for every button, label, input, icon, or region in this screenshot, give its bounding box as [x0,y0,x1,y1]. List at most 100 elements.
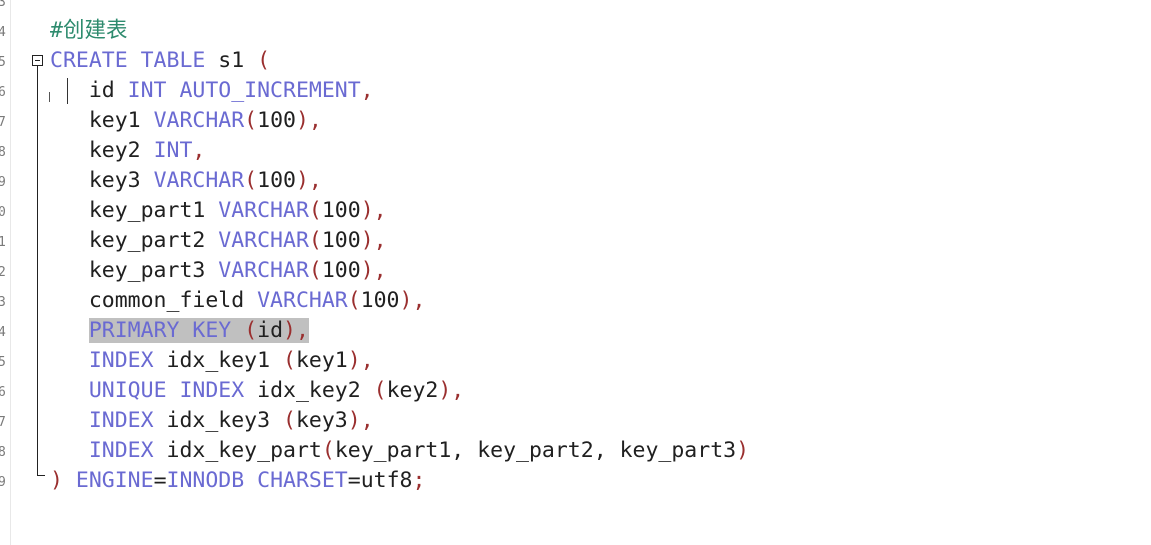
code-token: 100 [321,198,361,223]
line-number: 8 [0,146,8,160]
code-token: idx_key_part [166,438,322,463]
code-token: VARCHAR [218,198,309,223]
line-number: 6 [0,86,8,100]
code-line[interactable]: common_field VARCHAR(100), [50,286,749,316]
code-token: , [360,78,374,103]
code-line[interactable]: PRIMARY KEY (id), [50,316,749,346]
code-token: idx_key1 [166,348,284,373]
code-line[interactable]: ) ENGINE=INNODB CHARSET=utf8; [50,466,749,496]
line-number: 2 [0,266,8,280]
code-line[interactable]: #创建表 [50,16,749,46]
code-token: ( [347,288,361,313]
code-token: ), [360,198,387,223]
code-token: ( [373,378,387,403]
line-number-gutter: 3 4 5 6 7 8 9 0 1 2 3 4 5 6 7 8 9 [0,0,11,545]
code-token: id [257,318,284,343]
code-line[interactable]: key2 INT, [50,136,749,166]
code-token: key1 [295,348,348,373]
code-token: ( [308,228,322,253]
code-token: common_field [50,288,258,313]
code-token: = [347,468,361,493]
code-token: idx_key2 [257,378,374,403]
code-token: key3 [295,408,348,433]
code-token: ), [347,408,374,433]
code-token: ENGINE [75,468,154,493]
line-number: 5 [0,356,8,370]
code-token: ( [244,168,258,193]
code-token: key_part1, key_part2, key_part3 [334,438,737,463]
code-token: ), [360,258,387,283]
line-number: 7 [0,116,8,130]
code-token: ( [244,318,258,343]
code-line[interactable]: INDEX idx_key1 (key1), [50,346,749,376]
code-token: ), [438,378,465,403]
line-number: 3 [0,0,8,10]
code-token: ), [295,108,322,133]
line-number: 0 [0,206,8,220]
code-token: id [50,78,128,103]
code-token: ( [283,348,296,373]
code-token: ( [244,108,258,133]
code-line[interactable]: key_part1 VARCHAR(100), [50,196,749,226]
code-token: 100 [257,108,296,133]
code-token: INDEX [88,438,167,463]
line-number: 6 [0,386,8,400]
code-token: 100 [360,288,400,313]
code-token: ), [399,288,426,313]
code-token: PRIMARY KEY [88,318,245,343]
code-token: key_part2 [50,228,219,253]
code-token: VARCHAR [257,288,348,313]
line-number: 5 [0,56,8,70]
line-number: 1 [0,236,8,250]
code-line[interactable]: INDEX idx_key_part(key_part1, key_part2,… [50,436,749,466]
code-token: INDEX [88,408,167,433]
mouse-ibeam-cursor [49,92,50,102]
fold-guide-end [37,475,45,476]
line-number: 4 [0,26,8,40]
code-editor[interactable]: #创建表 CREATE TABLE s1 ( id INT AUTO_INCREM… [50,16,749,496]
code-token: VARCHAR [153,108,245,133]
code-line[interactable]: CREATE TABLE s1 ( [50,46,749,76]
code-token: key_part1 [50,198,219,223]
code-line[interactable]: key_part3 VARCHAR(100), [50,256,749,286]
code-line[interactable]: UNIQUE INDEX idx_key2 (key2), [50,376,749,406]
code-token: VARCHAR [218,228,309,253]
code-token: INNODB CHARSET [166,468,348,493]
code-token: VARCHAR [153,168,245,193]
code-token: 100 [321,228,361,253]
fold-guide-line [37,66,38,476]
code-line[interactable]: INDEX idx_key3 (key3), [50,406,749,436]
code-token: key2 [50,138,154,163]
code-token: ), [347,348,374,373]
code-line[interactable]: key3 VARCHAR(100), [50,166,749,196]
code-token: key1 [50,108,154,133]
code-token: ), [283,318,309,343]
code-token: ( [283,408,296,433]
line-number: 4 [0,326,8,340]
code-line[interactable]: key_part2 VARCHAR(100), [50,226,749,256]
code-token: 100 [321,258,361,283]
code-token: , [192,138,206,163]
code-line[interactable]: id INT AUTO_INCREMENT, [50,76,749,106]
line-number: 9 [0,476,8,490]
line-number: 9 [0,176,8,190]
code-token: ( [257,48,271,73]
code-token: ), [360,228,387,253]
code-token: idx_key3 [166,408,284,433]
code-token: #创建表 [50,18,128,43]
code-line[interactable]: key1 VARCHAR(100), [50,106,749,136]
fold-collapse-icon[interactable] [32,55,43,66]
code-token: ) [50,468,76,493]
code-token: utf8 [360,468,413,493]
code-token: INDEX [88,348,167,373]
code-token: s1 [218,48,258,73]
code-token: ) [736,438,750,463]
code-token: VARCHAR [218,258,309,283]
code-token: UNIQUE INDEX [88,378,258,403]
code-token: CREATE TABLE [50,48,219,73]
